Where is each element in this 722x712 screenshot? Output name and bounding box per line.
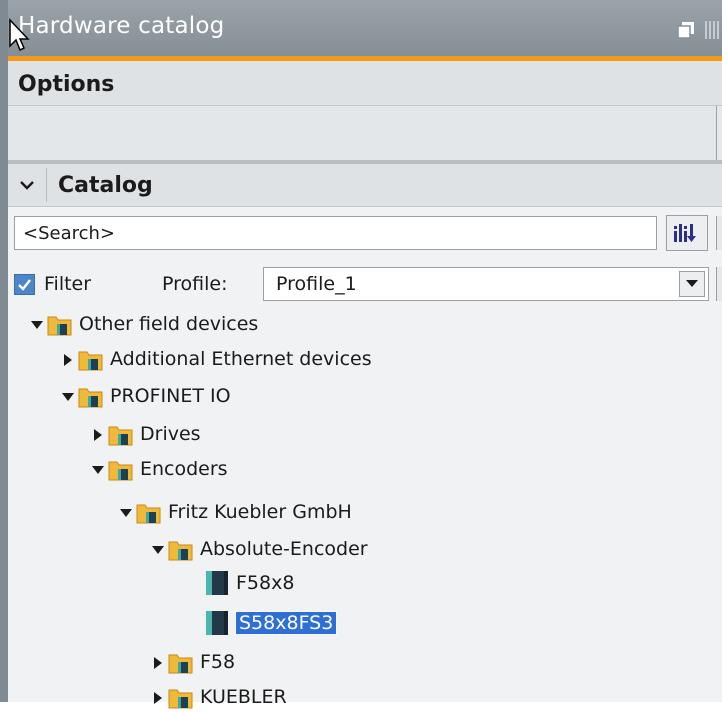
tree-item-label: Fritz Kuebler GmbH [168, 501, 352, 523]
tree-item-label: Additional Ethernet devices [110, 348, 372, 370]
options-right-edge [716, 106, 722, 160]
profile-select[interactable]: Profile_1 [263, 267, 709, 301]
panel-left-edge [0, 0, 8, 702]
tree-item-label: Drives [140, 423, 201, 445]
checkmark-icon [18, 279, 31, 291]
options-label: Options [18, 72, 115, 97]
expanded-arrow-icon[interactable] [152, 544, 164, 556]
float-window-icon[interactable] [676, 20, 696, 40]
profile-value: Profile_1 [276, 273, 357, 295]
expanded-arrow-icon[interactable] [92, 464, 104, 476]
profile-label: Profile: [162, 273, 228, 295]
tree-item-label: F58x8 [236, 572, 295, 594]
collapsed-arrow-icon[interactable] [152, 657, 164, 669]
chevron-down-icon[interactable] [18, 176, 36, 194]
folder-icon [78, 388, 103, 408]
mouse-cursor-icon [9, 18, 30, 52]
folder-icon [108, 426, 133, 446]
profile-dropdown-button[interactable] [679, 271, 705, 297]
tree-item-label: PROFINET IO [110, 385, 231, 407]
expanded-arrow-icon[interactable] [120, 507, 132, 519]
tree-item-label: KUEBLER [200, 686, 287, 708]
collapsed-arrow-icon[interactable] [62, 354, 74, 366]
find-icon [674, 224, 696, 242]
panel-title: Hardware catalog [18, 13, 225, 39]
tree-item-label: S58x8FS3 [234, 611, 338, 635]
search-right-edge [716, 216, 722, 250]
tree-item-label: Absolute-Encoder [200, 538, 368, 560]
search-button[interactable] [666, 215, 708, 251]
expanded-arrow-icon[interactable] [31, 319, 43, 331]
options-section-header[interactable]: Options [8, 61, 722, 106]
device-module-icon [206, 611, 228, 635]
profile-right-edge [716, 267, 722, 301]
collapsed-arrow-icon[interactable] [152, 692, 164, 704]
catalog-label: Catalog [58, 173, 153, 198]
panel-title-bar[interactable]: Hardware catalog [8, 0, 722, 56]
catalog-section-header[interactable]: Catalog [8, 164, 722, 207]
tree-item-label: F58 [200, 651, 236, 673]
folder-icon [108, 461, 133, 481]
folder-icon [168, 654, 193, 674]
panel-grip-icon[interactable] [704, 20, 722, 40]
header-divider [46, 168, 47, 202]
filter-label: Filter [44, 273, 92, 295]
collapsed-arrow-icon[interactable] [92, 429, 104, 441]
folder-icon [168, 541, 193, 561]
folder-icon [47, 316, 72, 336]
tree-item-label: Encoders [140, 458, 228, 480]
folder-icon [168, 689, 193, 709]
options-section-body [8, 106, 722, 160]
catalog-search-input[interactable]: <Search> [14, 216, 657, 250]
tree-item-label: Other field devices [79, 313, 259, 335]
dropdown-arrow-icon [686, 280, 698, 287]
device-module-icon [206, 571, 228, 595]
folder-icon [78, 351, 103, 371]
filter-checkbox[interactable] [14, 274, 35, 295]
expanded-arrow-icon[interactable] [62, 391, 74, 403]
folder-icon [136, 504, 161, 524]
